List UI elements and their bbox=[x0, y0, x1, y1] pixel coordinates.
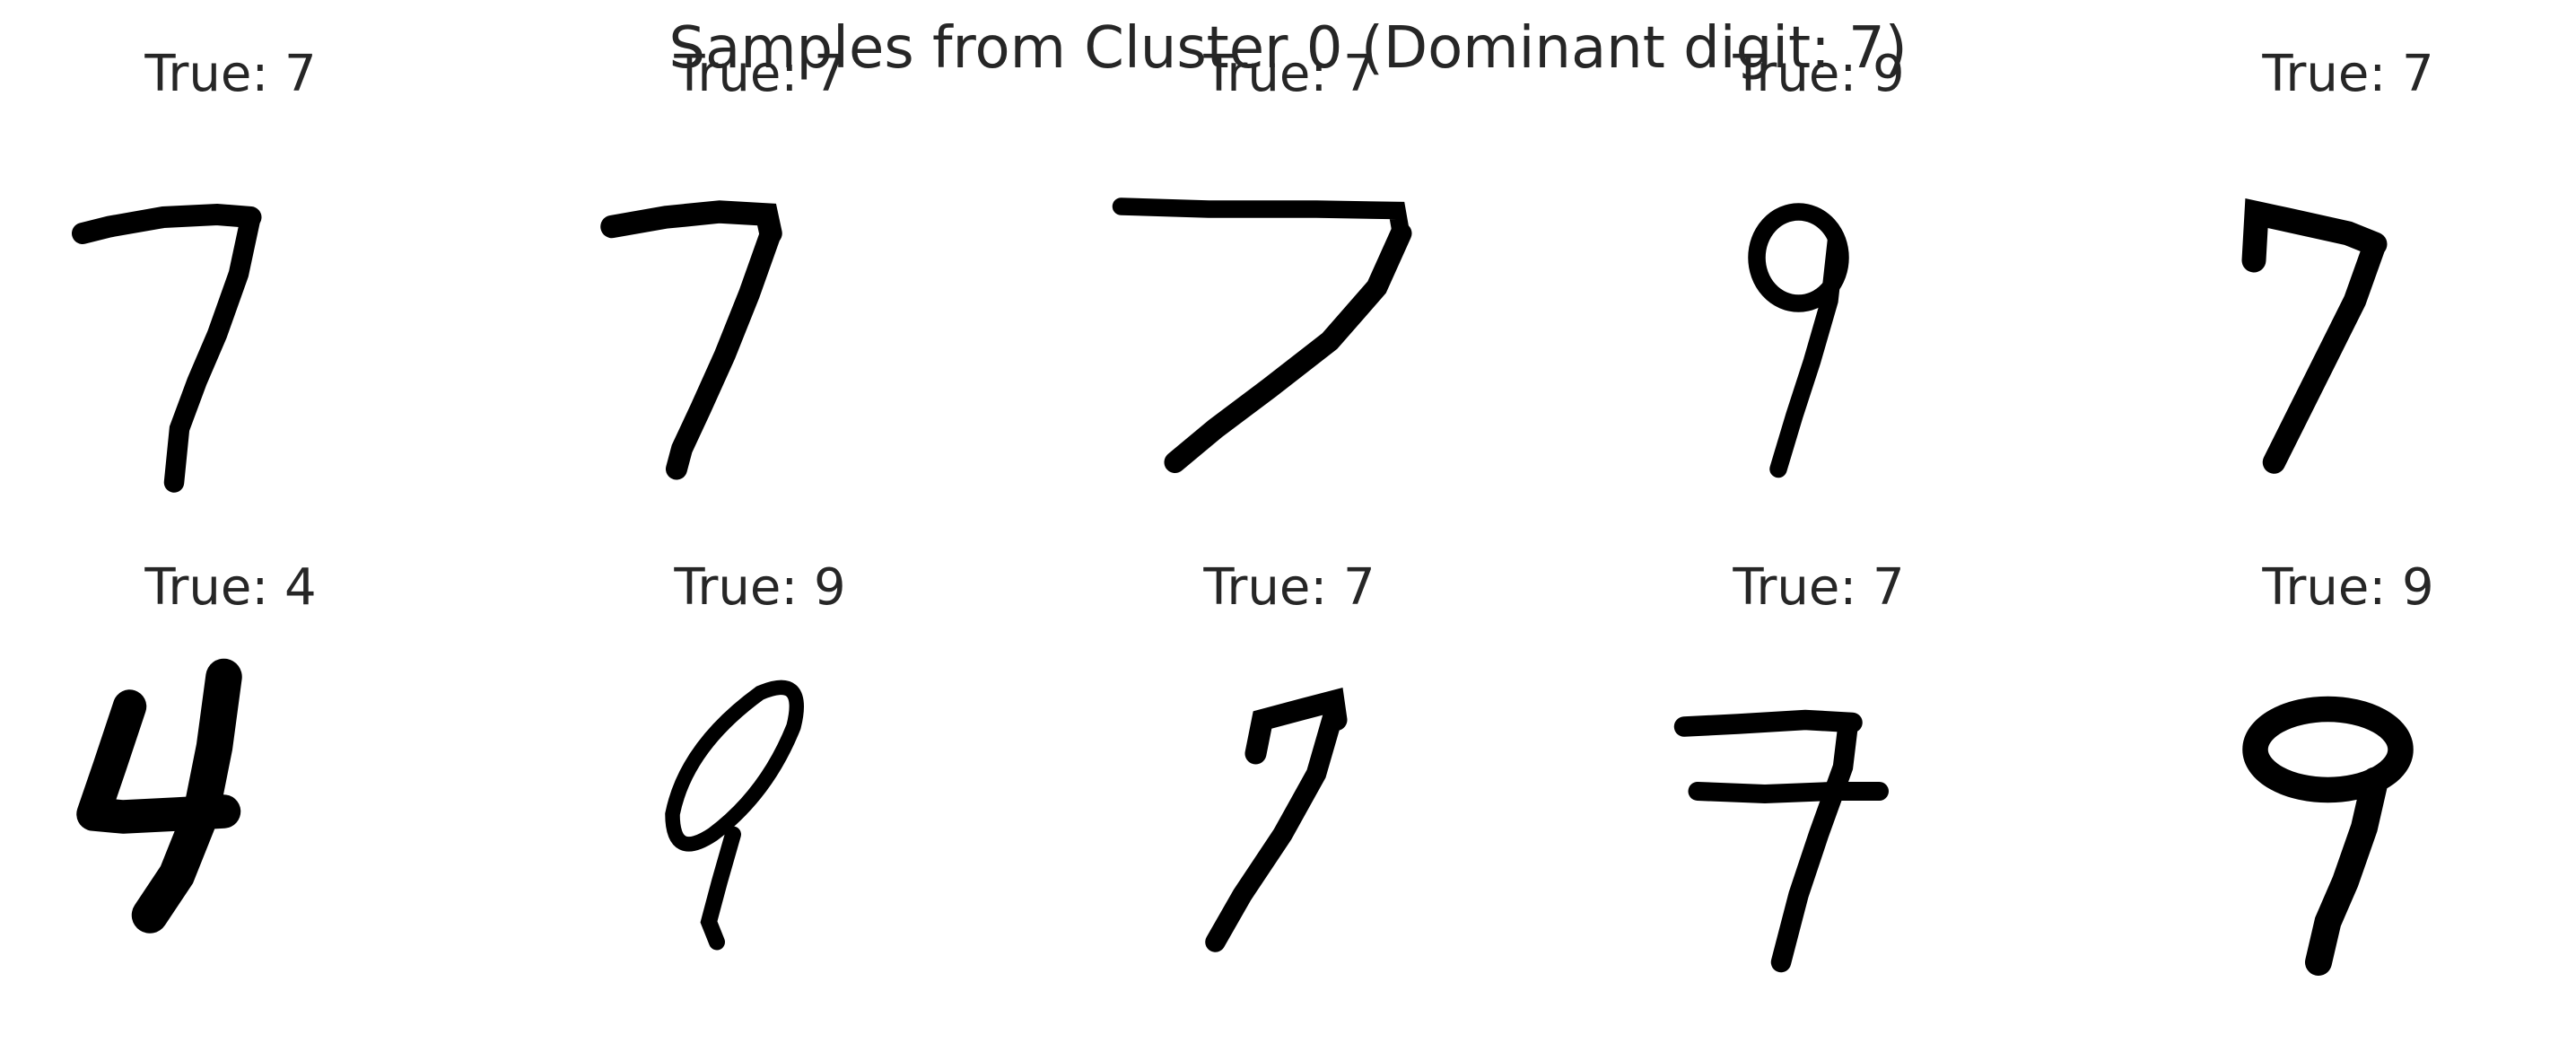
digit-7-glyph bbox=[1112, 197, 1412, 473]
sample-label: True: 4 bbox=[144, 558, 317, 617]
sample-label: True: 9 bbox=[674, 558, 846, 617]
digit-image bbox=[572, 153, 948, 530]
digit-7-glyph bbox=[600, 200, 782, 480]
digit-9-glyph bbox=[1748, 203, 1849, 478]
digit-9-glyph bbox=[665, 680, 805, 951]
digit-image bbox=[42, 639, 419, 1016]
digit-image bbox=[1101, 153, 1478, 530]
digit-4-glyph bbox=[76, 658, 242, 934]
sample-label: True: 7 bbox=[1203, 558, 1375, 617]
figure-title: Samples from Cluster 0 (Dominant digit: … bbox=[668, 15, 1908, 82]
digit-image bbox=[1101, 639, 1478, 1016]
digit-9-glyph bbox=[2242, 696, 2414, 976]
digit-image bbox=[2160, 153, 2537, 530]
sample-label: True: 9 bbox=[2262, 558, 2434, 617]
digit-7-glyph bbox=[1205, 687, 1348, 952]
digit-image bbox=[42, 153, 419, 530]
digit-image bbox=[1630, 153, 2007, 530]
digit-7-glyph bbox=[2241, 197, 2388, 474]
sample-label: True: 7 bbox=[1733, 558, 1905, 617]
digit-image bbox=[2160, 639, 2537, 1016]
digit-7-glyph bbox=[1673, 709, 1889, 973]
digit-7-glyph bbox=[72, 203, 262, 493]
digit-image bbox=[572, 639, 948, 1016]
digit-image bbox=[1630, 639, 2007, 1016]
